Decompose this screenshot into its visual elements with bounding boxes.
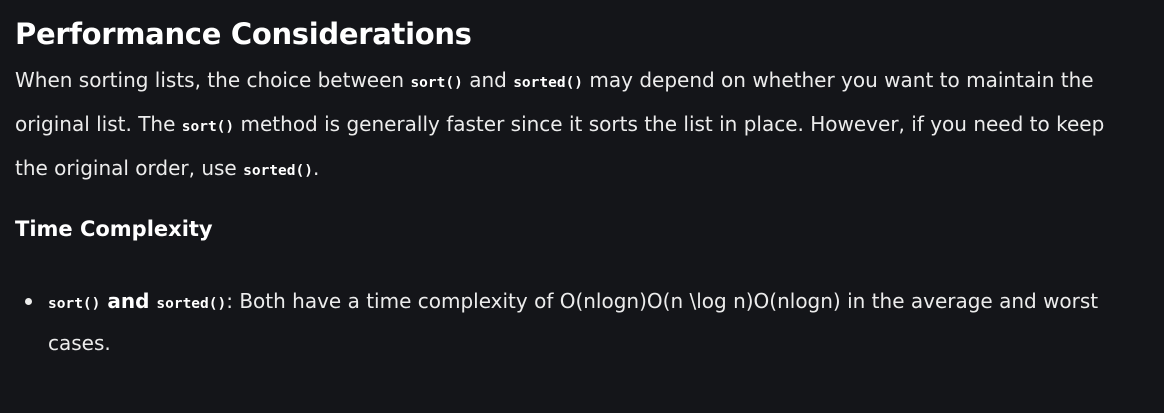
- section-heading: Performance Considerations: [15, 17, 472, 51]
- intro-text: When sorting lists, the choice between: [15, 68, 411, 92]
- list-item: sort() and sorted(): Both have a time co…: [15, 282, 1115, 363]
- inline-code-sort: sort(): [48, 296, 101, 312]
- inline-code-sort: sort(): [410, 75, 463, 91]
- term-conjunction: and: [100, 289, 157, 313]
- intro-text: .: [312, 156, 320, 180]
- intro-text: and: [462, 68, 514, 92]
- inline-code-sorted: sorted(): [513, 75, 584, 91]
- inline-code-sorted: sorted(): [243, 163, 313, 179]
- subsection-heading: Time Complexity: [15, 217, 213, 241]
- inline-code-sorted: sorted(): [156, 296, 227, 312]
- intro-paragraph: When sorting lists, the choice between s…: [15, 60, 1115, 192]
- complexity-list: sort() and sorted(): Both have a time co…: [15, 282, 1115, 363]
- inline-code-sort: sort(): [181, 119, 235, 135]
- list-item-term: sort() and sorted(): [48, 289, 226, 313]
- bullet-icon: [25, 298, 32, 305]
